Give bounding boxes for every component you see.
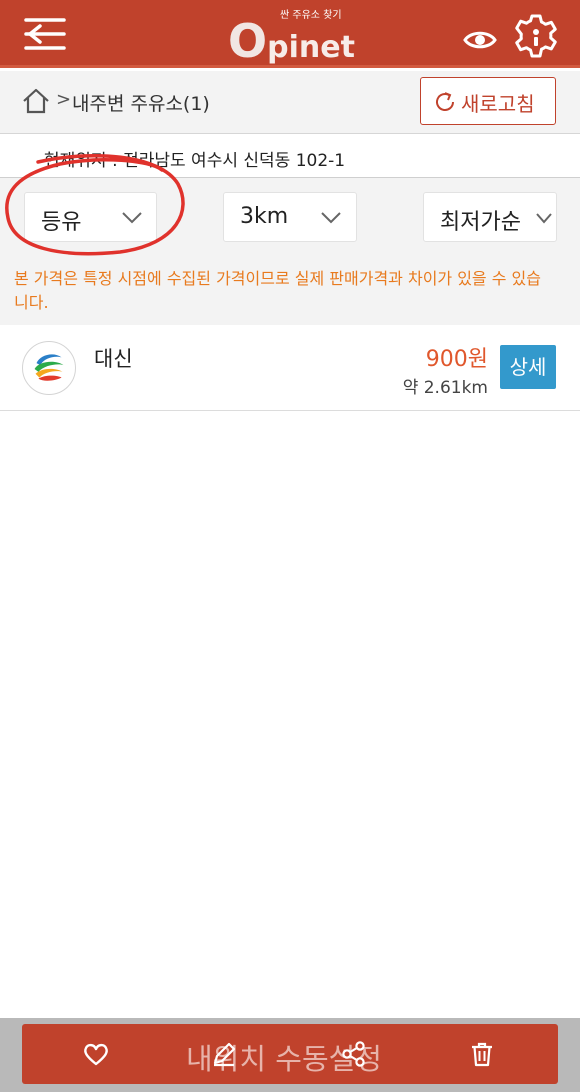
- heart-icon[interactable]: [82, 1040, 110, 1068]
- logo-letter-o: O: [228, 14, 268, 68]
- breadcrumb-separator: >: [56, 89, 72, 110]
- home-icon[interactable]: [22, 87, 50, 115]
- refresh-label: 새로고침: [461, 92, 535, 116]
- detail-button[interactable]: 상세: [500, 345, 556, 389]
- station-price: 900원: [425, 347, 488, 372]
- menu-back-icon[interactable]: [22, 14, 68, 54]
- sort-select[interactable]: 최저가순: [423, 192, 557, 242]
- sort-value: 최저가순: [440, 210, 521, 235]
- eye-icon[interactable]: [462, 22, 498, 58]
- pencil-icon[interactable]: [210, 1040, 238, 1068]
- refresh-button[interactable]: 새로고침: [420, 77, 556, 125]
- chevron-down-icon: [321, 212, 341, 224]
- bottom-bar: 내위치 수동설정: [0, 1018, 580, 1092]
- station-distance: 약 2.61km: [402, 378, 488, 398]
- breadcrumb: > 내주변 주유소(1) 새로고침: [0, 71, 580, 134]
- trash-icon[interactable]: [468, 1040, 496, 1068]
- radius-select[interactable]: 3km: [223, 192, 357, 242]
- station-name: 대신: [94, 347, 133, 371]
- share-icon[interactable]: [340, 1040, 368, 1068]
- list-item[interactable]: 대신 900원 약 2.61km 상세: [0, 325, 580, 411]
- brand-logo-icon: [22, 341, 76, 395]
- price-notice: 본 가격은 특정 시점에 수집된 가격이므로 실제 판매가격과 차이가 있을 수…: [0, 257, 580, 325]
- notice-text: 본 가격은 특정 시점에 수집된 가격이므로 실제 판매가격과 차이가 있을 수…: [14, 269, 541, 312]
- app-header: 싼 주유소 찾기 Opinet: [0, 0, 580, 68]
- logo-text: pinet: [267, 30, 355, 65]
- red-circle-annotation: [5, 154, 185, 256]
- refresh-icon: [436, 92, 454, 111]
- opinet-logo: 싼 주유소 찾기 Opinet: [228, 4, 358, 68]
- radius-value: 3km: [240, 204, 289, 229]
- gear-icon[interactable]: [512, 12, 560, 60]
- manual-location-button[interactable]: 내위치 수동설정: [22, 1024, 558, 1084]
- chevron-down-icon: [536, 213, 552, 224]
- page-title: 내주변 주유소(1): [72, 93, 210, 115]
